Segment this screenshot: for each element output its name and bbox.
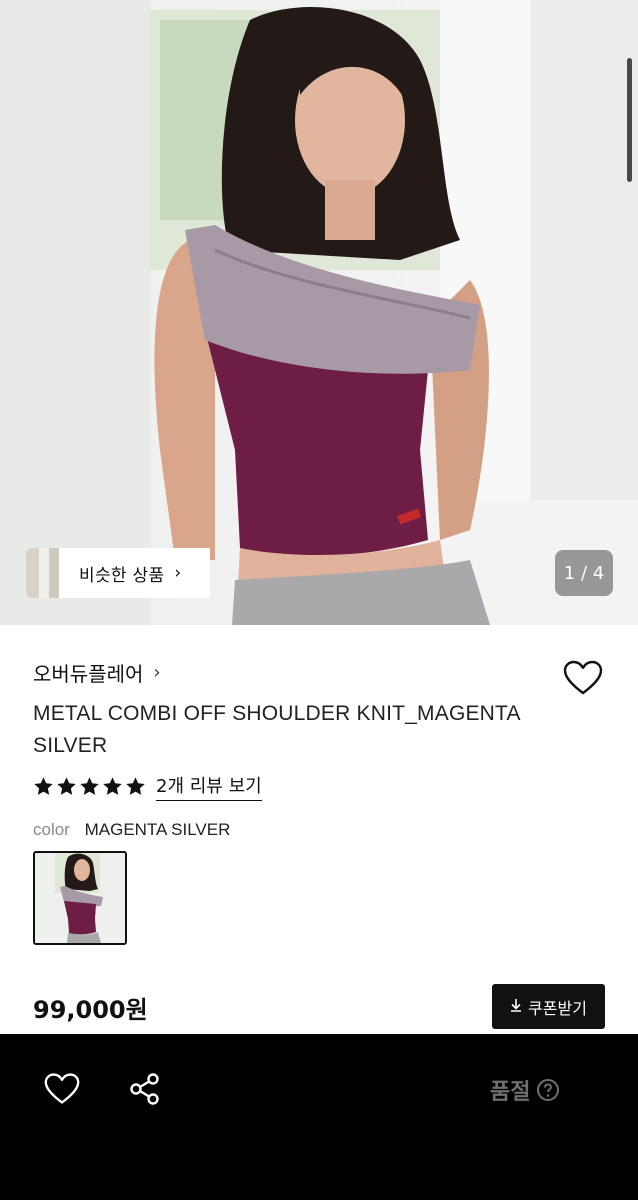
rating-stars — [33, 776, 146, 797]
brand-name: 오버듀플레어 — [33, 662, 144, 686]
color-row: color MAGENTA SILVER — [33, 820, 230, 840]
brand-link[interactable]: 오버듀플레어 › — [33, 658, 161, 687]
coupon-label: 쿠폰받기 — [528, 998, 587, 1018]
share-icon — [130, 1073, 159, 1105]
star-icon — [103, 777, 122, 795]
similar-products-thumbnail — [26, 548, 59, 598]
share-button[interactable] — [128, 1072, 164, 1108]
sold-out-label: 품절 — [490, 1080, 531, 1105]
rating-row: 2개 리뷰 보기 — [33, 772, 262, 801]
color-value: MAGENTA SILVER — [84, 820, 231, 839]
scroll-indicator — [627, 58, 632, 182]
question-circle-icon[interactable] — [536, 1078, 560, 1102]
swatch-photo — [35, 853, 125, 943]
product-title: METAL COMBI OFF SHOULDER KNIT_MAGENTA SI… — [33, 702, 520, 757]
bottom-wishlist-button[interactable] — [44, 1072, 80, 1108]
similar-products-label: 비슷한 상품 — [79, 565, 165, 586]
price: 99,000원 — [33, 996, 148, 1024]
color-label: color — [33, 820, 70, 839]
star-icon — [57, 777, 76, 795]
chevron-right-icon: › — [153, 662, 161, 683]
download-icon — [510, 997, 522, 1016]
star-icon — [34, 777, 53, 795]
product-image-carousel[interactable]: 비슷한 상품 › 1 / 4 — [0, 0, 638, 625]
bottom-action-bar — [0, 1034, 638, 1200]
review-link[interactable]: 2개 리뷰 보기 — [156, 772, 262, 801]
heart-outline-icon — [563, 660, 603, 695]
sold-out-status: 품절 — [490, 1074, 560, 1106]
coupon-download-button[interactable]: 쿠폰받기 — [492, 984, 605, 1029]
star-icon — [80, 777, 99, 795]
color-swatch-thumbnail[interactable] — [33, 851, 127, 945]
image-page-counter: 1 / 4 — [555, 550, 613, 596]
wishlist-button[interactable] — [561, 656, 605, 700]
heart-outline-icon — [44, 1073, 80, 1104]
product-photo — [0, 0, 638, 625]
star-icon — [126, 777, 145, 795]
chevron-right-icon: › — [174, 563, 182, 583]
similar-products-button[interactable]: 비슷한 상품 › — [26, 548, 210, 598]
